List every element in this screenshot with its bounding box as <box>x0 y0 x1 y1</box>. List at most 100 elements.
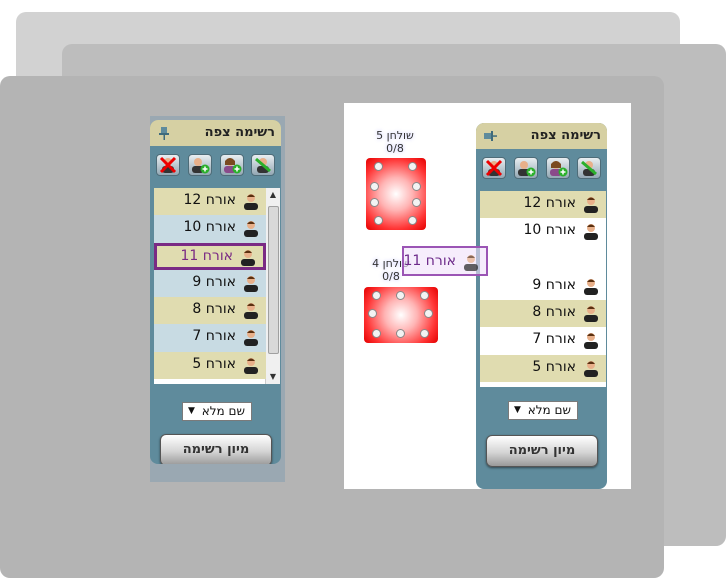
guest-name: אורח 9 <box>192 273 236 290</box>
remove-guest-button[interactable] <box>156 154 180 176</box>
sort-field-value: שם מלא <box>527 403 571 417</box>
chair-icon <box>374 216 383 225</box>
edit-guest-button[interactable] <box>251 154 275 176</box>
guest-name: אורח 10 <box>523 222 577 239</box>
guest-list: אורח 12 אורח 10 אורח 9 אורח 8 אורח 7 אור… <box>480 191 606 387</box>
add-guest-button[interactable] <box>514 157 538 179</box>
panel-toolbar <box>482 157 601 179</box>
edit-guest-button[interactable] <box>577 157 601 179</box>
list-scrollbar[interactable]: ▲ ▼ <box>265 188 280 384</box>
chair-icon <box>420 329 429 338</box>
guest-avatar-icon <box>244 303 258 320</box>
chair-icon <box>370 198 379 207</box>
sort-list-label: מיון רשימה <box>508 443 576 458</box>
list-item[interactable]: אורח 9 <box>154 269 266 298</box>
guest-avatar-icon <box>244 194 258 210</box>
remove-guest-icon <box>485 159 503 177</box>
dragged-guest-item[interactable]: אורח 11 <box>402 246 488 276</box>
floating-list-panel: רשימה צפה ▲ ▼ אורח 12 אורח 10 אורח 11 או… <box>150 120 281 464</box>
guest-name: אורח 8 <box>532 304 576 321</box>
add-guest-icon <box>518 161 536 177</box>
sort-list-button[interactable]: מיון רשימה <box>160 434 272 464</box>
panel-toolbar <box>156 154 275 176</box>
chair-icon <box>372 329 381 338</box>
add-female-guest-button[interactable] <box>220 154 244 176</box>
guest-name: אורח 12 <box>183 192 237 208</box>
list-item[interactable]: אורח 5 <box>154 351 266 380</box>
table-5-caption: שולחן 5 0/8 <box>358 129 432 155</box>
list-item[interactable]: אורח 7 <box>154 324 266 352</box>
add-female-guest-button[interactable] <box>546 157 570 179</box>
guest-avatar-icon <box>244 330 258 347</box>
panel-title: רשימה צפה <box>530 128 601 143</box>
chair-icon <box>372 291 381 300</box>
sort-field-select[interactable]: שם מלא ▼ <box>182 402 252 421</box>
add-female-guest-icon <box>224 158 242 174</box>
list-item[interactable]: אורח 12 <box>480 191 606 219</box>
chair-icon <box>396 329 405 338</box>
list-item[interactable]: אורח 12 <box>154 188 266 216</box>
chair-icon <box>412 198 421 207</box>
guest-name: אורח 5 <box>532 358 576 375</box>
panel-header: רשימה צפה <box>476 123 607 149</box>
guest-avatar-icon <box>464 255 478 271</box>
table-5-count: 0/8 <box>386 142 404 155</box>
scroll-up-icon[interactable]: ▲ <box>266 188 280 202</box>
guest-name: אורח 8 <box>192 301 236 318</box>
sort-field-select[interactable]: שם מלא ▼ <box>508 401 578 420</box>
chair-icon <box>396 291 405 300</box>
guest-list: ▲ ▼ אורח 12 אורח 10 אורח 11 אורח 9 אורח … <box>154 188 280 384</box>
list-item[interactable]: אורח 10 <box>154 215 266 243</box>
list-item[interactable]: אורח 10 <box>480 218 606 246</box>
add-guest-icon <box>192 158 210 174</box>
chair-icon <box>368 309 377 318</box>
guest-rows: אורח 12 אורח 10 אורח 11 אורח 9 אורח 8 או… <box>154 188 266 380</box>
pin-icon[interactable] <box>157 126 171 140</box>
list-item[interactable]: אורח 8 <box>154 297 266 325</box>
list-item[interactable]: אורח 9 <box>480 272 606 301</box>
table-4[interactable] <box>364 287 438 343</box>
scroll-down-icon[interactable]: ▼ <box>266 370 280 384</box>
guest-avatar-icon <box>584 306 598 323</box>
remove-guest-icon <box>159 156 177 174</box>
guest-name: אורח 7 <box>192 328 236 345</box>
chevron-down-icon: ▼ <box>188 406 195 416</box>
guest-avatar-icon <box>584 197 598 213</box>
list-item-placeholder <box>480 245 606 273</box>
chair-icon <box>420 291 429 300</box>
guest-avatar-icon <box>244 357 258 374</box>
list-item[interactable]: אורח 5 <box>480 354 606 383</box>
guest-name: אורח 11 <box>180 247 234 264</box>
guest-avatar-icon <box>244 275 258 292</box>
sort-field-value: שם מלא <box>201 404 245 418</box>
guest-avatar-icon <box>584 333 598 350</box>
left-scene: רשימה צפה ▲ ▼ אורח 12 אורח 10 אורח 11 או… <box>150 116 285 482</box>
unpin-icon[interactable] <box>483 129 497 143</box>
remove-guest-button[interactable] <box>482 157 506 179</box>
chair-icon <box>408 162 417 171</box>
scroll-thumb[interactable] <box>268 206 279 354</box>
table-5-name: שולחן 5 <box>376 129 414 142</box>
guest-name: אורח 7 <box>532 331 576 348</box>
panel-title: רשימה צפה <box>204 125 275 140</box>
edit-guest-icon <box>581 160 597 176</box>
guest-avatar-icon <box>584 278 598 295</box>
panel-header: רשימה צפה <box>150 120 281 146</box>
right-scene: שולחן 5 0/8 שולחן 4 0/8 רשימה צפה אורח 1… <box>344 103 631 489</box>
chair-icon <box>370 182 379 191</box>
sort-list-button[interactable]: מיון רשימה <box>486 435 598 467</box>
list-item[interactable]: אורח 8 <box>480 300 606 328</box>
chair-icon <box>374 162 383 171</box>
guest-avatar-icon <box>241 249 255 266</box>
guest-name: אורח 9 <box>532 276 576 293</box>
chair-icon <box>408 216 417 225</box>
list-item-selected[interactable]: אורח 11 <box>154 242 266 270</box>
add-guest-button[interactable] <box>188 154 212 176</box>
sort-list-label: מיון רשימה <box>182 442 250 457</box>
chair-icon <box>424 309 433 318</box>
guest-name: אורח 10 <box>183 219 237 236</box>
guest-avatar-icon <box>584 360 598 377</box>
list-item[interactable]: אורח 7 <box>480 327 606 355</box>
add-female-guest-icon <box>550 161 568 177</box>
table-5[interactable] <box>366 158 426 230</box>
